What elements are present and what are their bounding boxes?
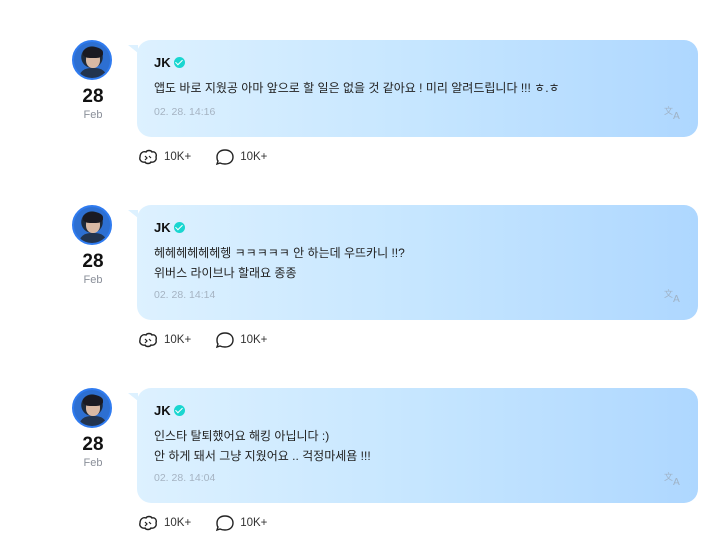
post-actions: 10K+ 10K+ [137,514,291,532]
post-month: Feb [83,457,103,469]
comment-button[interactable]: 10K+ [215,331,267,349]
like-button[interactable]: 10K+ [137,148,191,166]
author-row: JK [154,220,185,235]
like-button[interactable]: 10K+ [137,514,191,532]
svg-text:A: A [673,294,680,303]
like-button[interactable]: 10K+ [137,331,191,349]
post-bubble[interactable]: JK 헤헤헤헤헤헤헹 ㅋㅋㅋㅋㅋ 안 하는데 우뜨카니 !!? 위버스 라이브나… [128,205,698,320]
post-timestamp: 02. 28. 14:14 [154,289,216,301]
post-day: 28 [82,434,104,455]
svg-text:A: A [673,477,680,486]
post-text-line: 위버스 라이브나 할래요 종종 [154,266,297,280]
author-name[interactable]: JK [154,220,171,235]
like-count: 10K+ [164,334,192,346]
author-row: JK [154,403,185,418]
verified-badge-icon [173,57,185,68]
translate-icon[interactable]: 文 A [664,287,684,303]
author-name[interactable]: JK [154,55,171,70]
like-count: 10K+ [164,517,192,529]
post-text-line: 앱도 바로 지웠공 아마 앞으로 할 일은 없을 것 같아요 ! 미리 알려드립… [154,81,560,95]
post-timestamp: 02. 28. 14:16 [154,106,216,118]
avatar[interactable] [72,205,112,245]
post-card: 28 Feb JK 앱도 바로 지웠공 아마 앞으로 할 일은 없을 것 같아요… [0,40,720,205]
post-text-line: 인스타 탈퇴했어요 해킹 아닙니다 :) [154,429,330,443]
post-bubble[interactable]: JK 앱도 바로 지웠공 아마 앞으로 할 일은 없을 것 같아요 ! 미리 알… [128,40,698,137]
translate-icon[interactable]: 文 A [664,104,684,120]
translate-icon[interactable]: 文 A [664,470,684,486]
post-date: 28 Feb [72,205,114,286]
like-icon [139,149,157,165]
comment-button[interactable]: 10K+ [215,514,267,532]
comment-count: 10K+ [240,334,268,346]
post-timestamp: 02. 28. 14:04 [154,472,216,484]
post-month: Feb [83,274,103,286]
post-text: 헤헤헤헤헤헤헹 ㅋㅋㅋㅋㅋ 안 하는데 우뜨카니 !!? 위버스 라이브나 할래… [154,243,405,283]
avatar[interactable] [72,40,112,80]
post-card: 28 Feb JK 헤헤헤헤헤헤헹 ㅋㅋㅋㅋㅋ 안 하는데 우뜨카니 !!? 위… [0,205,720,370]
comment-count: 10K+ [240,151,268,163]
post-text-line: 안 하게 돼서 그냥 지웠어요 .. 걱정마세욤 !!! [154,449,371,463]
comment-count: 10K+ [240,517,268,529]
comment-icon [216,515,234,532]
svg-text:文: 文 [664,288,673,300]
post-text: 인스타 탈퇴했어요 해킹 아닙니다 :) 안 하게 돼서 그냥 지웠어요 .. … [154,426,371,466]
post-date: 28 Feb [72,40,114,121]
post-actions: 10K+ 10K+ [137,331,291,349]
comment-icon [216,332,234,349]
svg-text:A: A [673,111,680,120]
verified-badge-icon [173,222,185,233]
post-date: 28 Feb [72,388,114,469]
comment-icon [216,149,234,166]
comment-button[interactable]: 10K+ [215,148,267,166]
svg-text:文: 文 [664,471,673,483]
post-day: 28 [82,86,104,107]
post-text: 앱도 바로 지웠공 아마 앞으로 할 일은 없을 것 같아요 ! 미리 알려드립… [154,78,560,98]
like-icon [139,515,157,531]
post-month: Feb [83,109,103,121]
post-bubble[interactable]: JK 인스타 탈퇴했어요 해킹 아닙니다 :) 안 하게 돼서 그냥 지웠어요 … [128,388,698,503]
like-count: 10K+ [164,151,192,163]
like-icon [139,332,157,348]
post-day: 28 [82,251,104,272]
author-name[interactable]: JK [154,403,171,418]
author-row: JK [154,55,185,70]
avatar[interactable] [72,388,112,428]
post-actions: 10K+ 10K+ [137,148,291,166]
post-text-line: 헤헤헤헤헤헤헹 ㅋㅋㅋㅋㅋ 안 하는데 우뜨카니 !!? [154,246,405,260]
verified-badge-icon [173,405,185,416]
post-card: 28 Feb JK 인스타 탈퇴했어요 해킹 아닙니다 :) 안 하게 돼서 그… [0,388,720,553]
svg-text:文: 文 [664,105,673,117]
